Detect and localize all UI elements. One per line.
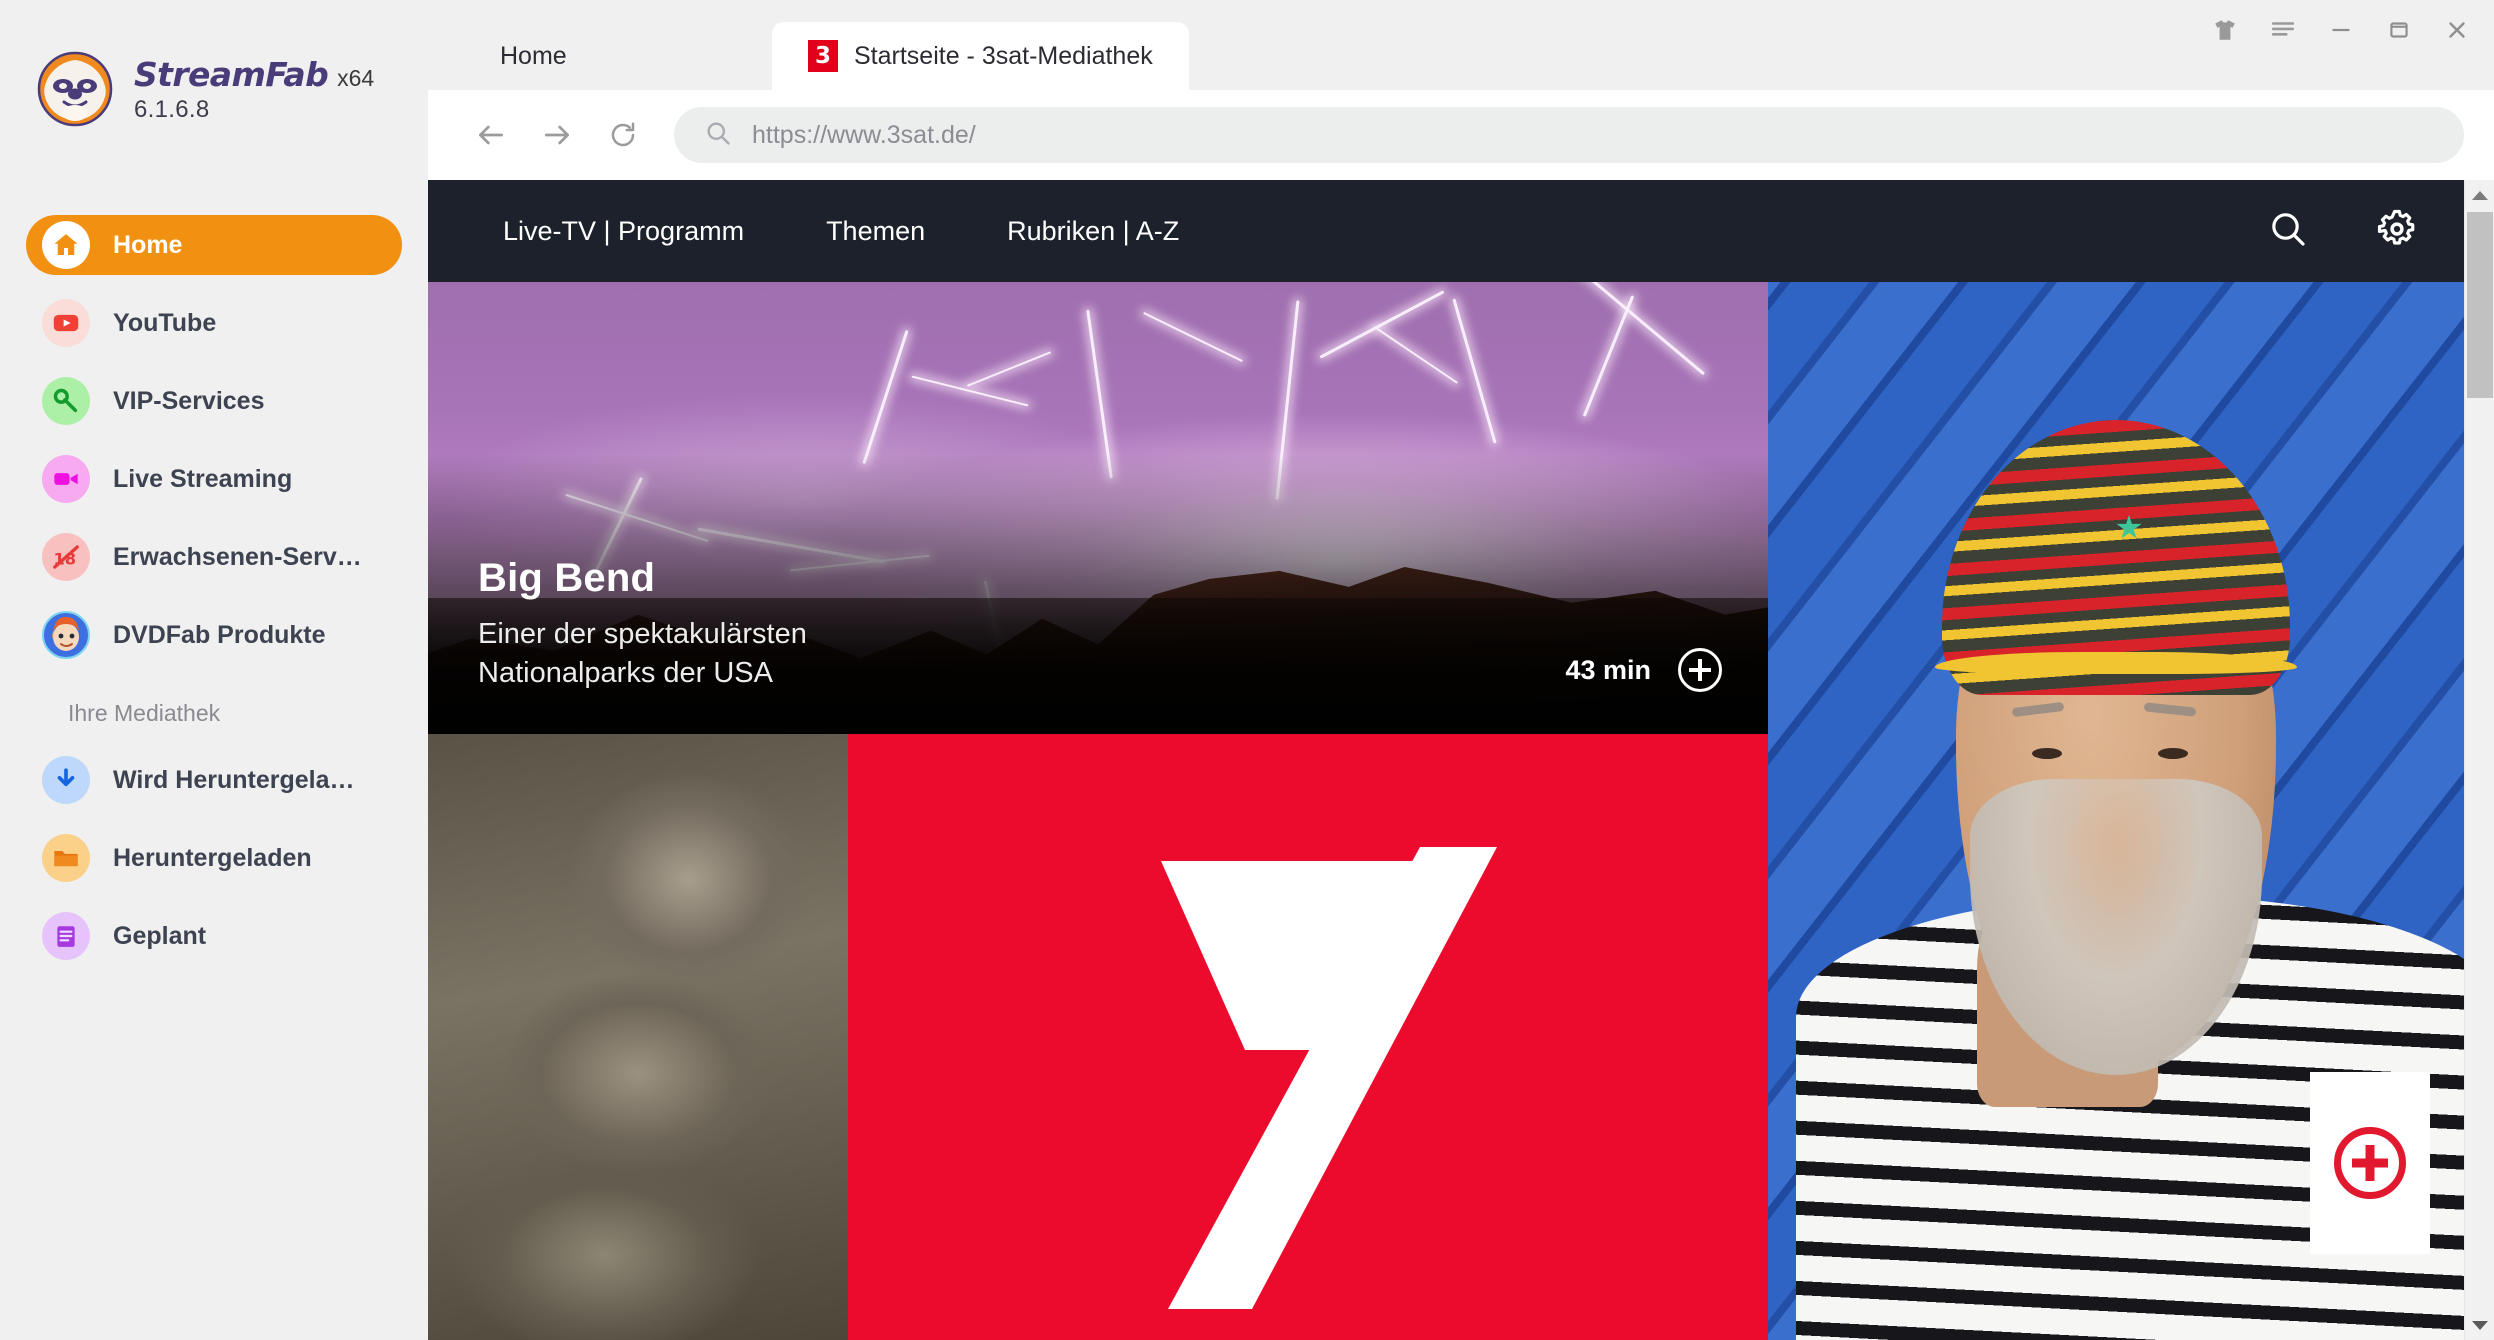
- gear-icon[interactable]: [2376, 208, 2418, 255]
- mud-photo: [428, 734, 848, 1340]
- scroll-up-arrow-icon[interactable]: [2465, 180, 2494, 210]
- 3sat-favicon: 3: [808, 40, 838, 72]
- close-icon[interactable]: [2434, 10, 2480, 50]
- hero-tile-big-bend[interactable]: Big Bend Einer der spektakulärsten Natio…: [428, 282, 1768, 734]
- maximize-icon[interactable]: [2376, 10, 2422, 50]
- plus-circle-icon[interactable]: [1678, 648, 1722, 692]
- brand-version: 6.1.6.8: [134, 95, 210, 123]
- beanie-brim: [1935, 652, 2297, 675]
- hero-subtitle-line-2: Nationalparks der USA: [478, 656, 773, 689]
- eye-right: [2157, 747, 2188, 759]
- sidebar-item-adult-services[interactable]: 18 Erwachsenen-Serv…: [26, 527, 402, 587]
- t-shirt-icon[interactable]: [2202, 10, 2248, 50]
- tab-strip: Home 3 Startseite - 3sat-Mediathek: [428, 0, 2494, 90]
- tab-home[interactable]: Home: [468, 22, 599, 90]
- adult-services-icon: 18: [42, 533, 90, 581]
- brand-architecture: x64: [337, 64, 375, 91]
- sidebar-item-label: Home: [113, 230, 183, 259]
- red-plus-circle-download-icon[interactable]: [2334, 1127, 2406, 1199]
- sidebar-item-label: Geplant: [113, 921, 207, 950]
- sidebar-item-home[interactable]: Home: [26, 215, 402, 275]
- download-arrow-icon: [42, 756, 90, 804]
- sidebar-section-label: Ihre Mediathek: [68, 700, 221, 726]
- sidebar-item-label: DVDFab Produkte: [113, 620, 326, 649]
- content-grid: Big Bend Einer der spektakulärsten Natio…: [428, 282, 2464, 1340]
- site-nav-actions: [2268, 208, 2418, 255]
- reload-icon[interactable]: [590, 107, 656, 163]
- sidebar-item-youtube[interactable]: YouTube: [26, 293, 402, 353]
- page-scrollbar[interactable]: [2464, 180, 2494, 1340]
- key-icon: [42, 377, 90, 425]
- search-icon[interactable]: [2268, 209, 2308, 254]
- web-page-viewport: Live-TV | Programm Themen Rubriken | A-Z: [428, 180, 2464, 1340]
- minimize-icon[interactable]: [2318, 10, 2364, 50]
- sidebar-item-dvdfab-produkte[interactable]: DVDFab Produkte: [26, 605, 402, 665]
- back-arrow-icon[interactable]: [458, 107, 524, 163]
- tab-3sat-mediathek[interactable]: 3 Startseite - 3sat-Mediathek: [772, 22, 1189, 90]
- site-nav-links: Live-TV | Programm Themen Rubriken | A-Z: [462, 216, 1220, 247]
- tab-label: Startseite - 3sat-Mediathek: [854, 41, 1153, 70]
- address-bar[interactable]: https://www.3sat.de/: [674, 107, 2464, 163]
- sidebar-item-downloading[interactable]: Wird Heruntergela…: [26, 750, 402, 810]
- sidebar-item-live-streaming[interactable]: Live Streaming: [26, 449, 402, 509]
- folder-icon: [42, 834, 90, 882]
- tile-soldiers-in-mud[interactable]: [428, 734, 848, 1340]
- sidebar-item-scheduled[interactable]: Geplant: [26, 906, 402, 966]
- dvdfab-mascot-icon: [42, 611, 90, 659]
- site-navigation-bar: Live-TV | Programm Themen Rubriken | A-Z: [428, 180, 2464, 282]
- scrollbar-thumb[interactable]: [2467, 212, 2493, 398]
- sidebar-item-label: Erwachsenen-Serv…: [113, 542, 362, 571]
- streamfab-window: StreamFab x64 6.1.6.8 Home YouTube VIP-S…: [0, 0, 2494, 1340]
- streamfab-download-bubble[interactable]: [2310, 1072, 2430, 1254]
- hero-subtitle-line-1: Einer der spektakulärsten: [478, 618, 807, 651]
- site-nav-link-live-tv[interactable]: Live-TV | Programm: [462, 216, 785, 247]
- tile-red-logo[interactable]: [848, 734, 1768, 1340]
- video-camera-icon: [42, 455, 90, 503]
- sidebar-item-label: YouTube: [113, 308, 217, 337]
- home-icon: [42, 221, 90, 269]
- site-nav-link-themen[interactable]: Themen: [785, 216, 966, 247]
- sidebar-item-label: Wird Heruntergela…: [113, 765, 355, 794]
- 3sat-logo-mark: [1098, 777, 1518, 1322]
- hero-title: Big Bend: [478, 556, 656, 601]
- sidebar-primary-nav: Home YouTube VIP-Services Live Streaming: [0, 215, 428, 665]
- sidebar-item-label: Live Streaming: [113, 464, 293, 493]
- sidebar: StreamFab x64 6.1.6.8 Home YouTube VIP-S…: [0, 0, 428, 1340]
- hero-caption: Big Bend Einer der spektakulärsten Natio…: [478, 556, 807, 692]
- brand-name: StreamFab: [134, 54, 329, 94]
- sidebar-library-nav: Wird Heruntergela… Heruntergeladen Gepla…: [0, 750, 428, 966]
- tab-label: Home: [500, 41, 567, 70]
- hamburger-menu-icon[interactable]: [2260, 10, 2306, 50]
- hero-meta: 43 min: [1565, 648, 1722, 692]
- search-icon: [704, 119, 732, 152]
- youtube-icon: [42, 299, 90, 347]
- sidebar-item-downloaded[interactable]: Heruntergeladen: [26, 828, 402, 888]
- sloth-face-logo: [36, 50, 114, 128]
- window-controls: [2202, 10, 2480, 50]
- sidebar-item-label: Heruntergeladen: [113, 843, 312, 872]
- browser-area: Home 3 Startseite - 3sat-Mediathek https…: [428, 0, 2494, 1340]
- clipboard-icon: [42, 912, 90, 960]
- sidebar-item-vip-services[interactable]: VIP-Services: [26, 371, 402, 431]
- address-bar-value: https://www.3sat.de/: [752, 120, 976, 149]
- forward-arrow-icon[interactable]: [524, 107, 590, 163]
- app-brand: StreamFab x64 6.1.6.8: [36, 50, 374, 128]
- sidebar-item-label: VIP-Services: [113, 386, 265, 415]
- hero-duration: 43 min: [1565, 654, 1651, 685]
- scroll-down-arrow-icon[interactable]: [2465, 1310, 2494, 1340]
- browser-toolbar: https://www.3sat.de/: [428, 90, 2494, 180]
- eye-left: [2032, 747, 2063, 759]
- site-nav-link-rubriken[interactable]: Rubriken | A-Z: [966, 216, 1220, 247]
